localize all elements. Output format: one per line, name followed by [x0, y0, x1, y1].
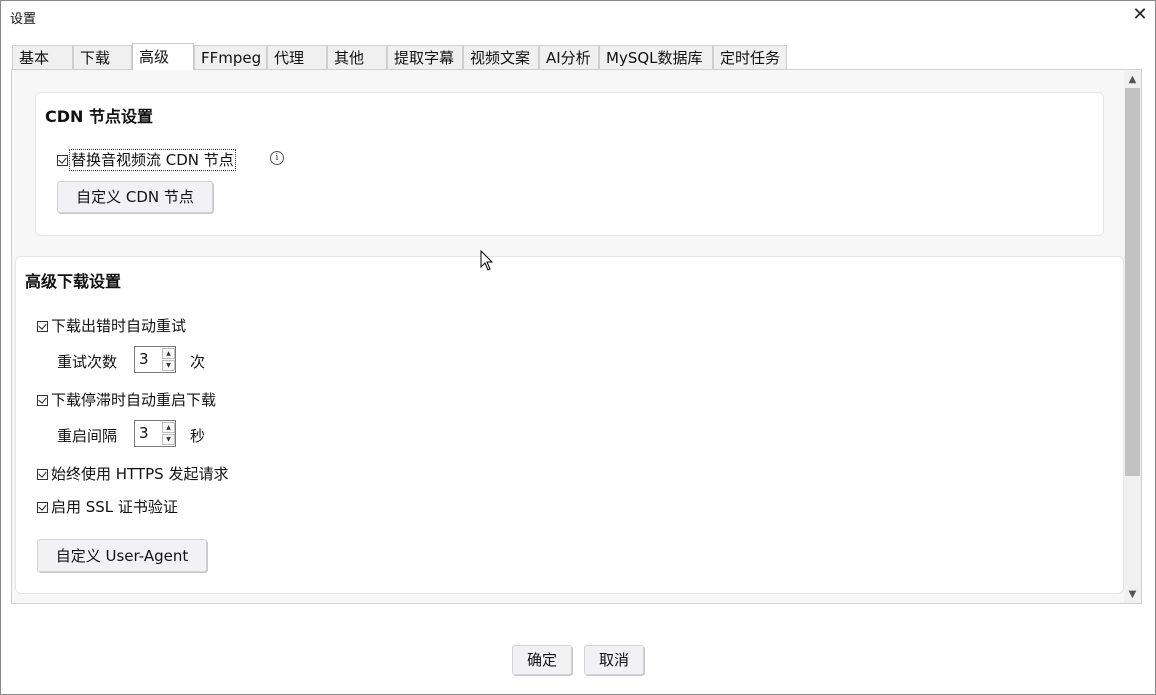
tab-mysql[interactable]: MySQL数据库 — [599, 45, 713, 70]
scroll-thumb[interactable] — [1125, 88, 1140, 476]
custom-user-agent-button[interactable]: 自定义 User-Agent — [37, 539, 207, 572]
tab-proxy[interactable]: 代理 — [267, 45, 327, 70]
checkbox-checked-icon[interactable] — [37, 395, 48, 406]
tab-subtitle[interactable]: 提取字幕 — [387, 45, 463, 70]
https-checkbox[interactable]: 始终使用 HTTPS 发起请求 — [37, 463, 228, 484]
checkbox-checked-icon[interactable] — [57, 155, 68, 166]
tab-ai-analysis[interactable]: AI分析 — [539, 45, 599, 70]
spin-up-icon[interactable]: ▲ — [162, 348, 175, 359]
restart-interval-stepper[interactable]: 3 ▲ ▼ — [134, 420, 176, 447]
spin-down-icon[interactable]: ▼ — [162, 434, 175, 445]
tab-download[interactable]: 下载 — [73, 45, 132, 70]
cdn-group-title: CDN 节点设置 — [45, 107, 153, 126]
auto-restart-label: 下载停滞时自动重启下载 — [51, 391, 217, 409]
replace-cdn-checkbox[interactable]: 替换音视频流 CDN 节点 — [57, 149, 236, 171]
tab-advanced[interactable]: 高级 — [132, 43, 194, 70]
tab-ffmpeg[interactable]: FFmpeg — [194, 45, 267, 70]
custom-cdn-button[interactable]: 自定义 CDN 节点 — [57, 181, 213, 213]
ssl-checkbox[interactable]: 启用 SSL 证书验证 — [37, 496, 178, 517]
restart-interval-label: 重启间隔 — [57, 427, 118, 445]
vertical-scrollbar[interactable]: ▲ ▼ — [1124, 71, 1141, 603]
scroll-up-icon[interactable]: ▲ — [1124, 71, 1141, 88]
retry-count-label: 重试次数 — [57, 353, 118, 371]
https-label: 始终使用 HTTPS 发起请求 — [51, 465, 229, 483]
retry-count-stepper[interactable]: 3 ▲ ▼ — [134, 346, 176, 373]
replace-cdn-label: 替换音视频流 CDN 节点 — [69, 149, 236, 171]
auto-restart-checkbox[interactable]: 下载停滞时自动重启下载 — [37, 389, 216, 410]
spin-down-icon[interactable]: ▼ — [162, 360, 175, 371]
restart-interval-value[interactable]: 3 — [139, 424, 149, 442]
retry-count-unit: 次 — [190, 353, 206, 371]
close-icon[interactable]: ✕ — [1129, 4, 1151, 26]
spin-up-icon[interactable]: ▲ — [162, 422, 175, 433]
tab-schedule[interactable]: 定时任务 — [713, 45, 787, 70]
window-title: 设置 — [10, 12, 37, 27]
checkbox-checked-icon[interactable] — [37, 502, 48, 513]
scroll-down-icon[interactable]: ▼ — [1124, 586, 1141, 603]
mouse-cursor-icon — [480, 250, 494, 271]
cancel-button[interactable]: 取消 — [584, 645, 644, 675]
ssl-label: 启用 SSL 证书验证 — [51, 498, 178, 516]
auto-retry-label: 下载出错时自动重试 — [51, 317, 187, 335]
checkbox-checked-icon[interactable] — [37, 469, 48, 480]
info-icon[interactable]: i — [270, 151, 284, 165]
tab-video-text[interactable]: 视频文案 — [463, 45, 539, 70]
ok-button[interactable]: 确定 — [512, 645, 572, 675]
checkbox-checked-icon[interactable] — [37, 321, 48, 332]
restart-interval-unit: 秒 — [190, 427, 206, 445]
retry-count-value[interactable]: 3 — [139, 350, 149, 368]
auto-retry-checkbox[interactable]: 下载出错时自动重试 — [37, 315, 186, 336]
tab-other[interactable]: 其他 — [327, 45, 387, 70]
tab-basic[interactable]: 基本 — [12, 45, 73, 70]
advanced-group-title: 高级下载设置 — [25, 272, 122, 291]
